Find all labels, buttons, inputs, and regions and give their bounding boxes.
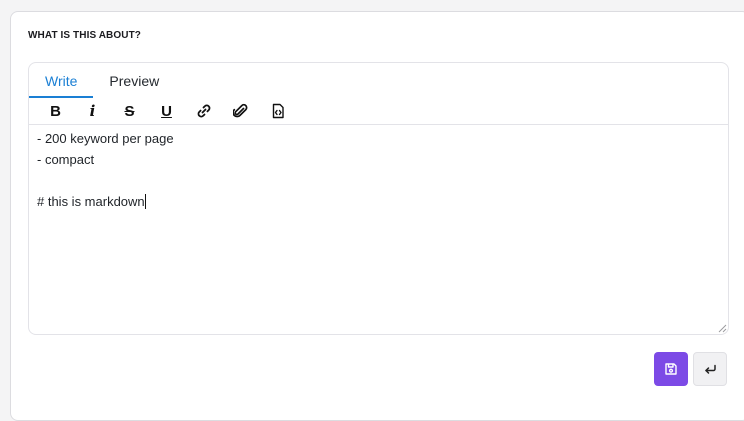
editor-line: - compact (37, 152, 95, 167)
cancel-button[interactable] (693, 352, 727, 386)
link-button[interactable] (185, 99, 222, 123)
section-title: WHAT IS THIS ABOUT? (28, 30, 141, 41)
description-panel: WHAT IS THIS ABOUT? Write Preview B i S … (10, 11, 744, 421)
tab-preview[interactable]: Preview (93, 63, 175, 98)
code-file-button[interactable] (259, 99, 296, 123)
editor-line-with-caret: # this is markdown (37, 191, 720, 212)
save-button[interactable] (654, 352, 688, 386)
editor-actions (654, 352, 727, 386)
tab-write[interactable]: Write (29, 63, 94, 98)
code-file-icon (272, 103, 284, 119)
markdown-editor: Write Preview B i S U - 200 keyword per … (28, 62, 729, 335)
link-icon (197, 104, 210, 118)
save-icon (665, 363, 677, 375)
resize-grip-icon[interactable] (718, 324, 727, 333)
return-icon (705, 364, 716, 374)
editor-tabs: Write Preview (29, 63, 175, 98)
editor-text-area[interactable]: - 200 keyword per page - compact # this i… (29, 124, 728, 334)
strikethrough-button[interactable]: S (111, 99, 148, 123)
editor-content[interactable]: - 200 keyword per page - compact # this i… (29, 125, 728, 334)
attachment-icon (232, 103, 247, 118)
italic-button[interactable]: i (74, 99, 111, 123)
editor-line-text: # this is markdown (37, 194, 145, 209)
editor-line: - 200 keyword per page (37, 131, 174, 146)
underline-button[interactable]: U (148, 99, 185, 123)
bold-button[interactable]: B (37, 99, 74, 123)
attachment-button[interactable] (222, 99, 259, 123)
formatting-toolbar: B i S U (37, 99, 296, 123)
text-caret (144, 194, 146, 209)
